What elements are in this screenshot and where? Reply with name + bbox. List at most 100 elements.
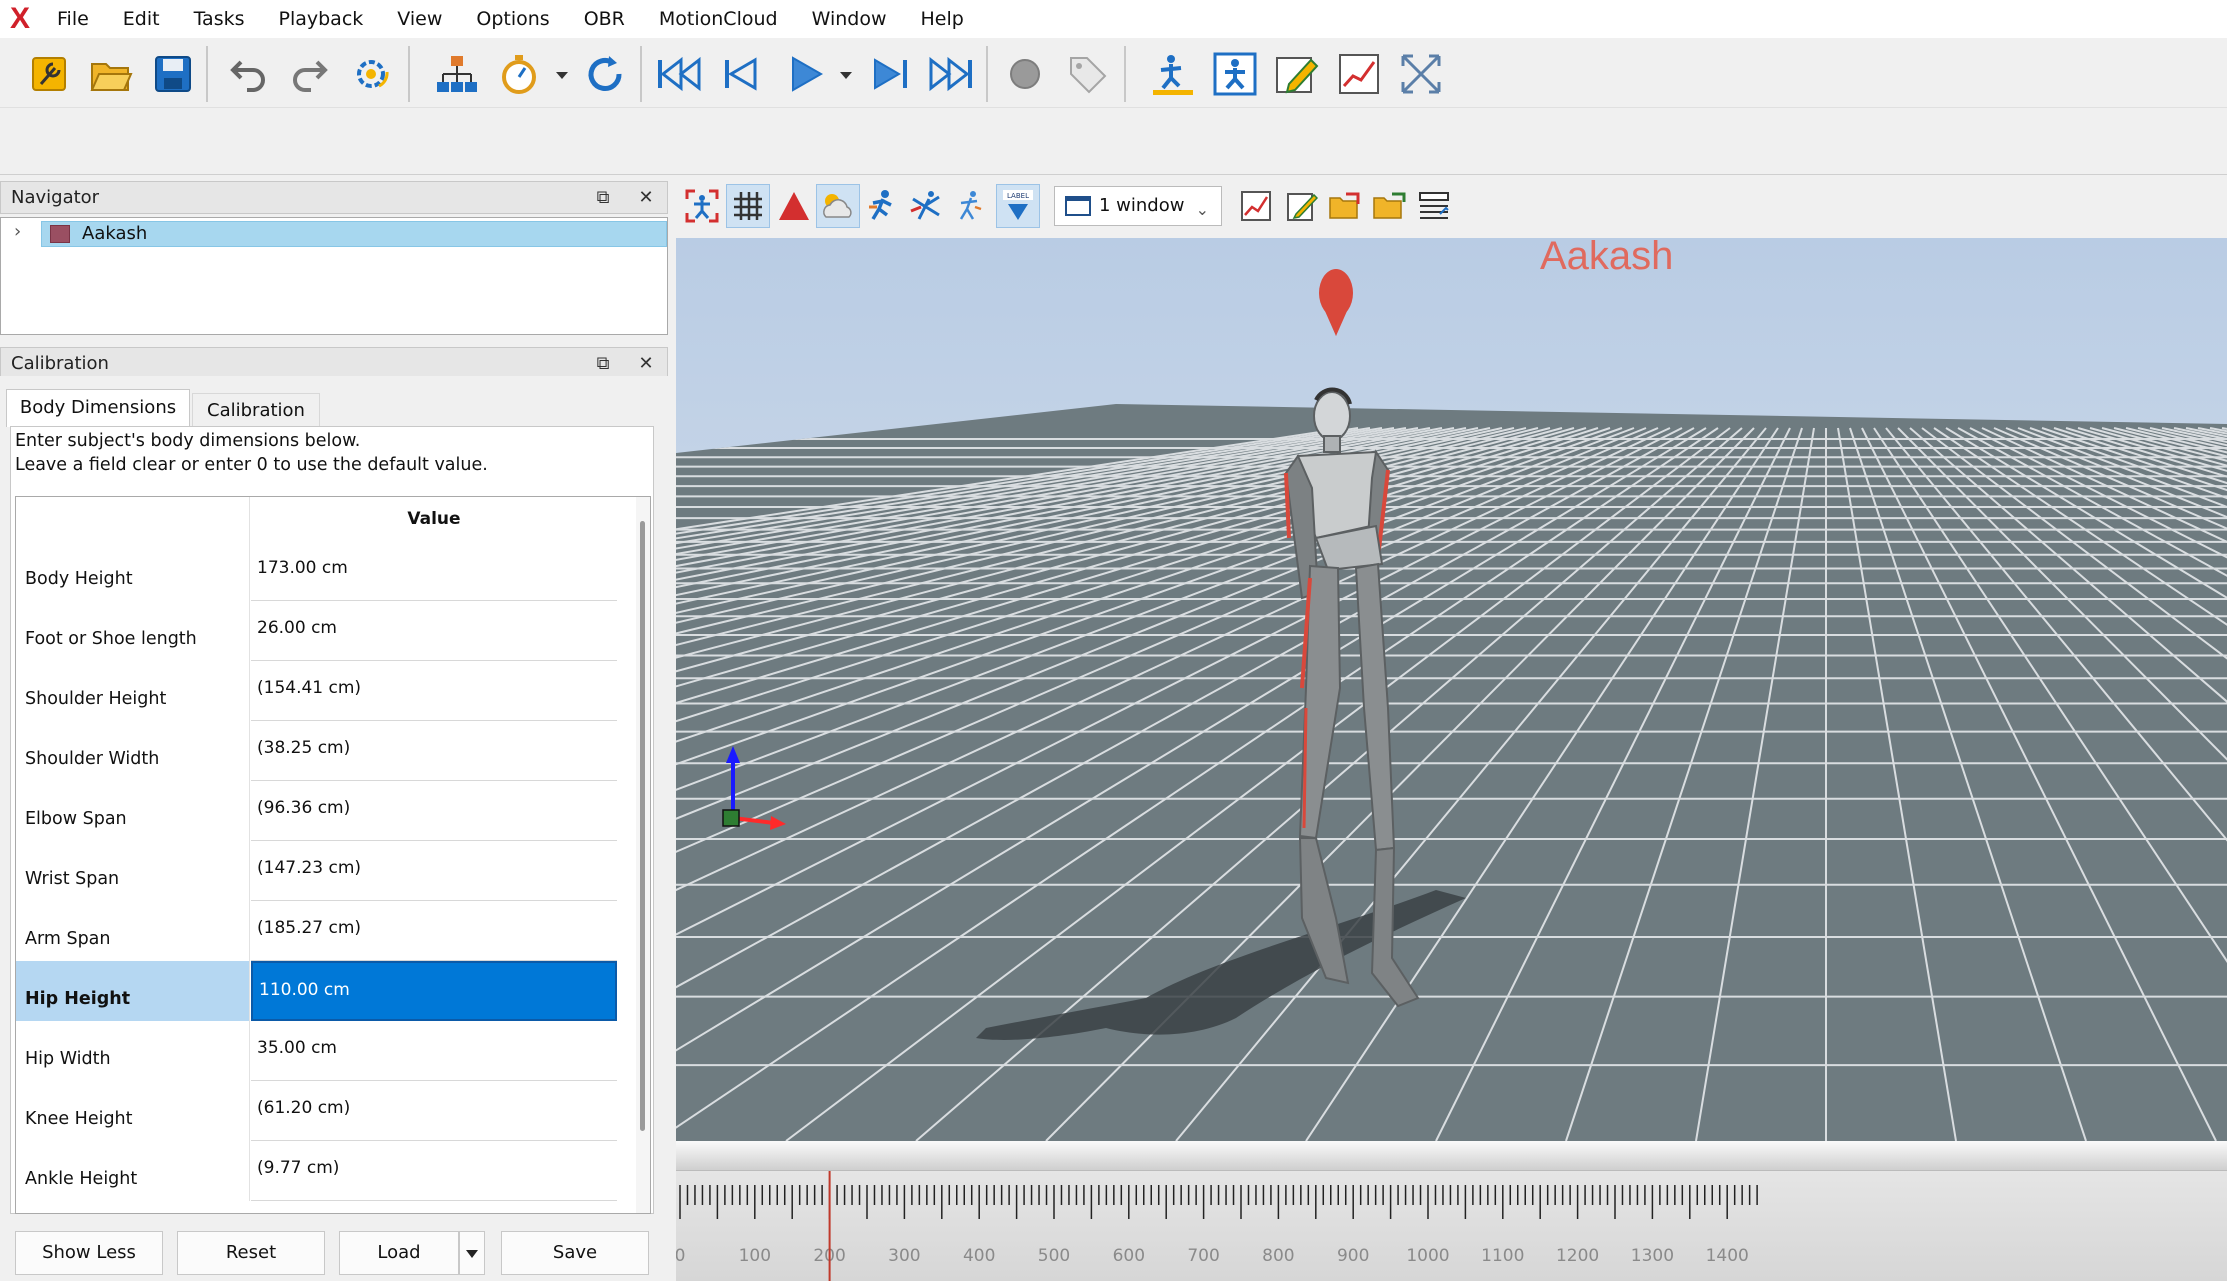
- tag-icon[interactable]: [1062, 49, 1112, 99]
- save-button[interactable]: Save: [501, 1231, 649, 1275]
- timeline-ruler[interactable]: 0 100 200 300 400 500 600 700 800 900 1000 1100 1200…: [676, 1141, 2227, 1281]
- navigator-item-aakash[interactable]: Aakash: [41, 221, 667, 247]
- table-header: Value: [16, 497, 650, 541]
- menu-window[interactable]: Window: [795, 0, 904, 38]
- menu-tasks[interactable]: Tasks: [177, 0, 262, 38]
- scroll-thumb[interactable]: [640, 521, 645, 1131]
- next-frame-icon[interactable]: [866, 49, 916, 99]
- float-panel-icon[interactable]: ⧉: [588, 182, 618, 213]
- dimension-value-field[interactable]: (9.77 cm): [251, 1141, 617, 1201]
- menu-options[interactable]: Options: [459, 0, 566, 38]
- table-row[interactable]: Hip Height 110.00 cm: [16, 961, 636, 1021]
- skip-to-end-icon[interactable]: [926, 49, 976, 99]
- calibration-figure-icon[interactable]: [1148, 49, 1198, 99]
- hierarchy-icon[interactable]: [432, 49, 482, 99]
- tab-body-dimensions[interactable]: Body Dimensions: [6, 389, 190, 427]
- timeline-label: 400: [963, 1246, 995, 1266]
- play-dropdown[interactable]: [840, 72, 852, 79]
- layout-list-icon[interactable]: [1412, 184, 1456, 228]
- dimension-value-field[interactable]: (154.41 cm): [251, 661, 617, 721]
- menu-file[interactable]: File: [40, 0, 106, 38]
- table-row[interactable]: Ankle Height (9.77 cm): [16, 1141, 636, 1201]
- dimension-name: Knee Height: [16, 1081, 250, 1141]
- menu-playback[interactable]: Playback: [262, 0, 381, 38]
- dimension-value-field[interactable]: (147.23 cm): [251, 841, 617, 901]
- graph-icon[interactable]: [1234, 184, 1278, 228]
- table-scrollbar[interactable]: [636, 497, 650, 1213]
- dimension-value-field[interactable]: 110.00 cm: [251, 961, 617, 1021]
- graph-icon[interactable]: [1334, 49, 1384, 99]
- dimension-value-field[interactable]: (185.27 cm): [251, 901, 617, 961]
- table-row[interactable]: Body Height 173.00 cm: [16, 541, 636, 601]
- table-row[interactable]: Knee Height (61.20 cm): [16, 1081, 636, 1141]
- window-layout-select[interactable]: 1 window ⌄: [1054, 186, 1222, 226]
- menu-obr[interactable]: OBR: [567, 0, 642, 38]
- show-less-button[interactable]: Show Less: [15, 1231, 163, 1275]
- menu-edit[interactable]: Edit: [106, 0, 177, 38]
- 3d-viewport[interactable]: Aakash: [676, 238, 2227, 1141]
- skeleton-icon[interactable]: [904, 184, 948, 228]
- record-icon[interactable]: [1000, 49, 1050, 99]
- table-row[interactable]: Foot or Shoe length 26.00 cm: [16, 601, 636, 661]
- menu-view[interactable]: View: [380, 0, 459, 38]
- app-logo: X: [9, 2, 30, 35]
- refresh-icon[interactable]: [580, 49, 630, 99]
- close-icon[interactable]: ✕: [631, 182, 661, 213]
- stopwatch-dropdown[interactable]: [556, 72, 568, 79]
- float-panel-icon[interactable]: ⧉: [588, 348, 618, 379]
- wrench-icon[interactable]: [24, 49, 74, 99]
- camera-focus-icon[interactable]: [680, 184, 724, 228]
- stopwatch-icon[interactable]: [494, 49, 544, 99]
- edit-pencil-icon[interactable]: [1280, 184, 1324, 228]
- export-folder-icon[interactable]: [1324, 184, 1368, 228]
- table-row[interactable]: Shoulder Width (38.25 cm): [16, 721, 636, 781]
- table-row[interactable]: Hip Width 35.00 cm: [16, 1021, 636, 1081]
- fullscreen-icon[interactable]: [1396, 49, 1446, 99]
- previous-frame-icon[interactable]: [716, 49, 766, 99]
- instruction-text: Leave a field clear or enter 0 to use th…: [15, 455, 488, 475]
- dimension-value-field[interactable]: 26.00 cm: [251, 601, 617, 661]
- settings-sync-icon[interactable]: [346, 49, 396, 99]
- play-icon[interactable]: [780, 49, 830, 99]
- chevron-down-icon: [466, 1250, 478, 1258]
- navigator-title: Navigator: [11, 187, 100, 208]
- dimension-value-field[interactable]: (38.25 cm): [251, 721, 617, 781]
- toolbar-band: [0, 108, 2227, 175]
- avatar-run-icon[interactable]: [860, 184, 904, 228]
- timeline[interactable]: 0 100 200 300 400 500 600 700 800 900 1000 1100 1200…: [676, 1141, 2227, 1281]
- dimension-value-field[interactable]: (96.36 cm): [251, 781, 617, 841]
- tab-calibration[interactable]: Calibration: [192, 393, 320, 427]
- table-row[interactable]: Wrist Span (147.23 cm): [16, 841, 636, 901]
- floor-shape-icon[interactable]: [772, 184, 816, 228]
- table-row[interactable]: Shoulder Height (154.41 cm): [16, 661, 636, 721]
- timeline-label: 500: [1038, 1246, 1070, 1266]
- open-folder-icon[interactable]: [86, 49, 136, 99]
- grid-toggle-icon[interactable]: [726, 184, 770, 228]
- close-icon[interactable]: ✕: [631, 348, 661, 379]
- stick-figure-icon[interactable]: [948, 184, 992, 228]
- label-toggle-icon[interactable]: LABEL: [996, 184, 1040, 228]
- dimension-value-field[interactable]: 173.00 cm: [251, 541, 617, 601]
- dimension-name: Body Height: [16, 541, 250, 601]
- edit-pencil-icon[interactable]: [1272, 49, 1322, 99]
- undo-icon[interactable]: [224, 49, 274, 99]
- load-button[interactable]: Load: [339, 1231, 459, 1275]
- menu-motioncloud[interactable]: MotionCloud: [642, 0, 795, 38]
- save-icon[interactable]: [148, 49, 198, 99]
- dimension-name: Elbow Span: [16, 781, 250, 841]
- motion-figure-icon[interactable]: [1210, 49, 1260, 99]
- table-row[interactable]: Elbow Span (96.36 cm): [16, 781, 636, 841]
- menu-help[interactable]: Help: [904, 0, 981, 38]
- import-folder-icon[interactable]: [1368, 184, 1412, 228]
- dimension-value-field[interactable]: 35.00 cm: [251, 1021, 617, 1081]
- redo-icon[interactable]: [284, 49, 334, 99]
- load-dropdown-button[interactable]: [459, 1231, 485, 1275]
- dimension-value-field[interactable]: (61.20 cm): [251, 1081, 617, 1141]
- timeline-label: 1000: [1406, 1246, 1449, 1266]
- table-row[interactable]: Arm Span (185.27 cm): [16, 901, 636, 961]
- reset-button[interactable]: Reset: [177, 1231, 325, 1275]
- expand-chevron-icon[interactable]: ›: [14, 221, 21, 242]
- environment-cloud-icon[interactable]: [816, 184, 860, 228]
- dimension-name: Shoulder Height: [16, 661, 250, 721]
- skip-to-start-icon[interactable]: [654, 49, 704, 99]
